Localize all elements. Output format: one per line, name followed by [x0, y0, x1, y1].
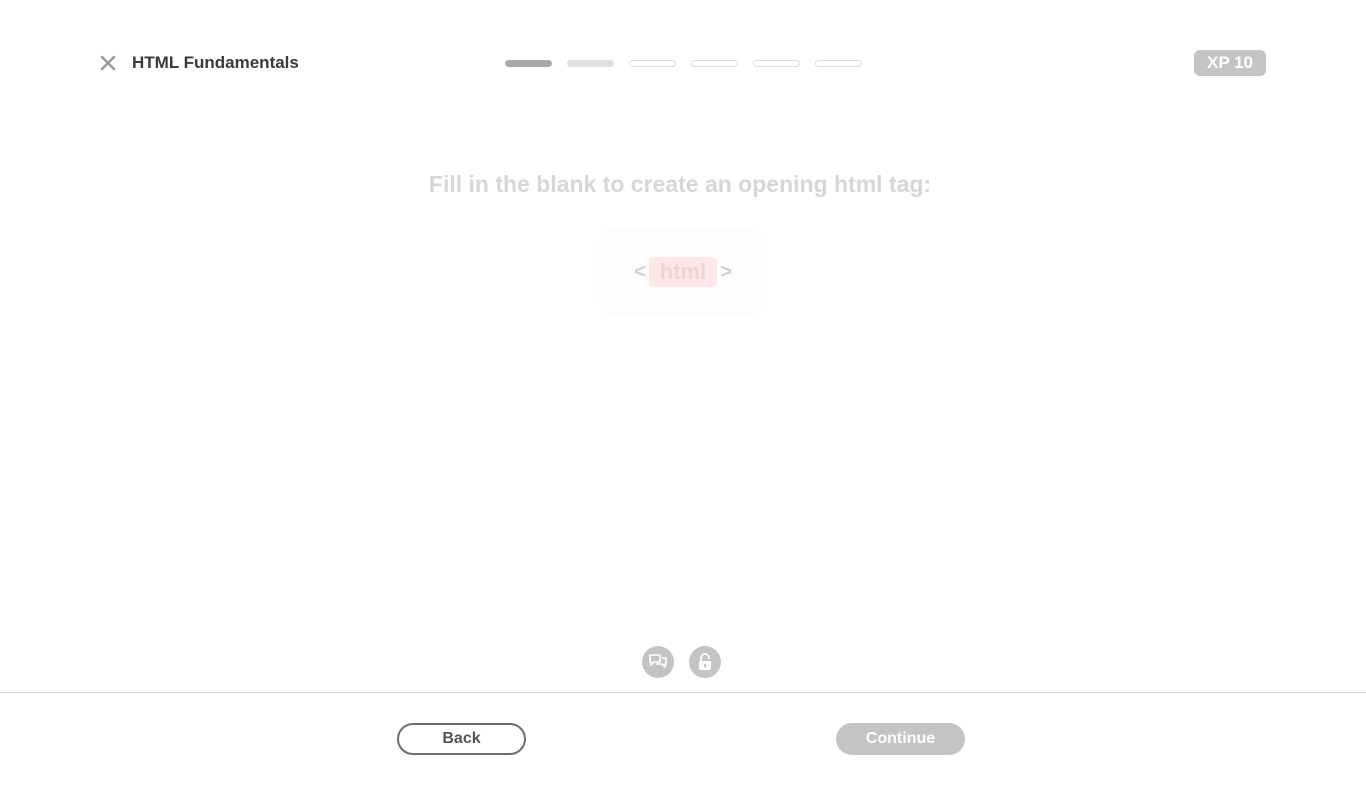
code-snippet-card: < html >: [598, 228, 768, 316]
question-prompt: Fill in the blank to create an opening h…: [428, 171, 932, 197]
close-button[interactable]: [97, 52, 119, 74]
lesson-header: HTML Fundamentals XP 10: [0, 0, 1366, 126]
comments-icon: [649, 654, 667, 668]
close-icon[interactable]: [99, 54, 117, 72]
footer-divider: [0, 692, 1366, 693]
progress-bar: [505, 60, 862, 67]
close-bracket: >: [720, 260, 732, 283]
unlock-icon: [699, 653, 711, 670]
answer-blank[interactable]: html: [648, 257, 718, 287]
progress-step: [629, 60, 676, 67]
back-button[interactable]: Back: [397, 723, 526, 755]
progress-step-current: [567, 60, 614, 67]
progress-step: [815, 60, 862, 67]
progress-step: [691, 60, 738, 67]
progress-step: [753, 60, 800, 67]
unlock-button[interactable]: [689, 646, 721, 678]
progress-step-completed: [505, 60, 552, 67]
comments-button[interactable]: [642, 646, 674, 678]
open-bracket: <: [634, 260, 646, 283]
xp-badge: XP 10: [1194, 50, 1266, 76]
lesson-title: HTML Fundamentals: [132, 53, 299, 72]
continue-button[interactable]: Continue: [836, 723, 965, 755]
lesson-tools: [642, 646, 721, 678]
